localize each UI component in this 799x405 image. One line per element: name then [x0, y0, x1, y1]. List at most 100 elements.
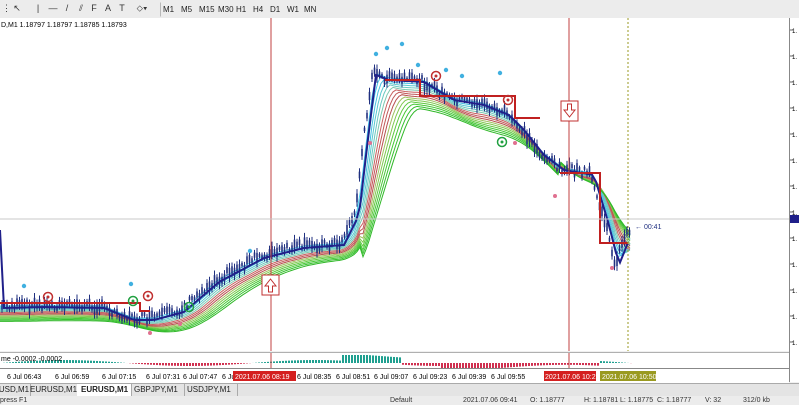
candle-body: [168, 306, 171, 313]
histogram-bar: [402, 363, 404, 365]
histogram-bar: [288, 360, 290, 363]
candle-body: [363, 127, 366, 132]
histogram-bar: [192, 363, 194, 366]
histogram-bar: [186, 363, 188, 366]
countdown-label: ← 00:41: [635, 224, 662, 231]
histogram-bar: [558, 363, 560, 365]
candle-body: [613, 259, 616, 267]
histogram-bar: [531, 363, 533, 366]
histogram-bar: [366, 355, 368, 363]
timeframe-mn[interactable]: MN: [301, 2, 319, 17]
candle-body: [303, 237, 306, 247]
histogram-bar: [354, 355, 356, 363]
tab-chart[interactable]: EURUSD,M1: [26, 384, 81, 396]
candle-body: [541, 154, 543, 159]
histogram-bar: [594, 363, 596, 366]
price-scale[interactable]: 1. 1. 1. 1. 1. 1. 1. 1. 1. 1. 1. 1. 1.: [789, 18, 799, 382]
candle-body: [163, 308, 166, 313]
candle-body: [361, 148, 363, 157]
histogram-bar: [570, 363, 572, 365]
timeframe-d1[interactable]: D1: [267, 2, 285, 17]
histogram-bar: [591, 363, 593, 366]
timeframe-m5[interactable]: M5: [178, 2, 196, 17]
candle-body: [286, 242, 288, 249]
histogram-bar: [438, 363, 440, 366]
candle-body: [591, 177, 593, 182]
tab-chart[interactable]: GBPJPY,M1: [130, 384, 185, 396]
histogram-bar: [396, 357, 398, 363]
candle-body: [151, 310, 153, 318]
cursor-icon[interactable]: ↖: [12, 2, 22, 15]
buy-arrow-box: [261, 274, 280, 296]
price-tick-label: 1.: [792, 185, 797, 191]
vertical-line-icon[interactable]: |: [34, 2, 42, 15]
histogram-bar: [135, 363, 137, 364]
text-icon[interactable]: A: [104, 2, 112, 15]
timeframe-h4[interactable]: H4: [250, 2, 268, 17]
tab-chart-active[interactable]: EURUSD,M1: [77, 384, 132, 396]
ribbon-line: [0, 79, 631, 321]
swing-high-dot: [128, 281, 134, 287]
histogram-bar: [342, 355, 344, 363]
candle-body: [556, 168, 558, 172]
histogram-bar: [432, 363, 434, 366]
timeframe-h1[interactable]: H1: [233, 2, 251, 17]
swing-low-dot: [610, 266, 614, 270]
oscillator-subwindow[interactable]: me -0.0002 -0.0002: [0, 352, 789, 371]
shapes-icon[interactable]: ⬦▾: [134, 2, 150, 15]
candle-body: [596, 195, 598, 199]
histogram-bar: [519, 363, 521, 367]
histogram-bar: [156, 363, 158, 366]
histogram-bar: [213, 363, 215, 366]
ribbon-line: [0, 86, 631, 324]
channel-icon[interactable]: ⫽: [76, 2, 86, 15]
candle-body: [341, 237, 343, 243]
histogram-bar: [564, 363, 566, 365]
ribbon-line: [0, 101, 631, 330]
tab-chart[interactable]: USDJPY,M1: [183, 384, 238, 396]
histogram-bar: [267, 361, 269, 363]
toolbar: ⋮ ↖ | — / ⫽ F A T ⬦▾ M1 M5 M15 M30 H1 H4…: [0, 0, 799, 19]
histogram-bar: [105, 361, 107, 363]
timeframe-m1[interactable]: M1: [160, 2, 178, 17]
candle-body: [398, 73, 401, 81]
candle-body: [1, 303, 3, 310]
histogram-bar: [405, 363, 407, 365]
histogram-bar: [357, 355, 359, 363]
histogram-bar: [516, 363, 518, 367]
histogram-bar: [297, 360, 299, 363]
candle-body: [403, 72, 406, 80]
horizontal-line-icon[interactable]: —: [48, 2, 58, 15]
fibonacci-icon[interactable]: F: [90, 2, 98, 15]
sell-signal-icon: [146, 294, 150, 298]
candle-body: [411, 72, 413, 81]
candle-body: [148, 310, 151, 320]
ribbon-line: [0, 73, 631, 319]
trendline-icon[interactable]: /: [63, 2, 71, 15]
crosshair-time-label: 2021.07.06 10:27: [545, 374, 600, 381]
candle-body: [156, 313, 158, 317]
price-tick-label: 1.: [792, 341, 797, 347]
histogram-bar: [315, 360, 317, 363]
histogram-bar: [621, 362, 623, 363]
histogram-bar: [276, 361, 278, 363]
candle-body: [206, 283, 208, 291]
histogram-bar: [546, 363, 548, 366]
histogram-bar: [114, 362, 116, 363]
candle-body: [328, 243, 331, 252]
price-tick-label: 1.: [792, 29, 797, 35]
label-icon[interactable]: T: [118, 2, 126, 15]
candle-body: [213, 275, 216, 285]
ribbon-line: [0, 91, 631, 326]
status-high: H: 1.18781: [584, 397, 619, 404]
histogram-bar: [150, 363, 152, 365]
histogram-bar: [381, 356, 383, 363]
candle-body: [348, 220, 351, 226]
candle-body: [331, 239, 333, 245]
histogram-bar: [294, 360, 296, 363]
price-chart[interactable]: D,M1 1.18797 1.18797 1.18785 1.18793 ← 0…: [0, 18, 789, 351]
time-label: 6 Jul 06:43: [7, 374, 41, 381]
ribbon-line: [0, 84, 631, 323]
timeframe-w1[interactable]: W1: [284, 2, 302, 17]
histogram-bar: [201, 363, 203, 366]
